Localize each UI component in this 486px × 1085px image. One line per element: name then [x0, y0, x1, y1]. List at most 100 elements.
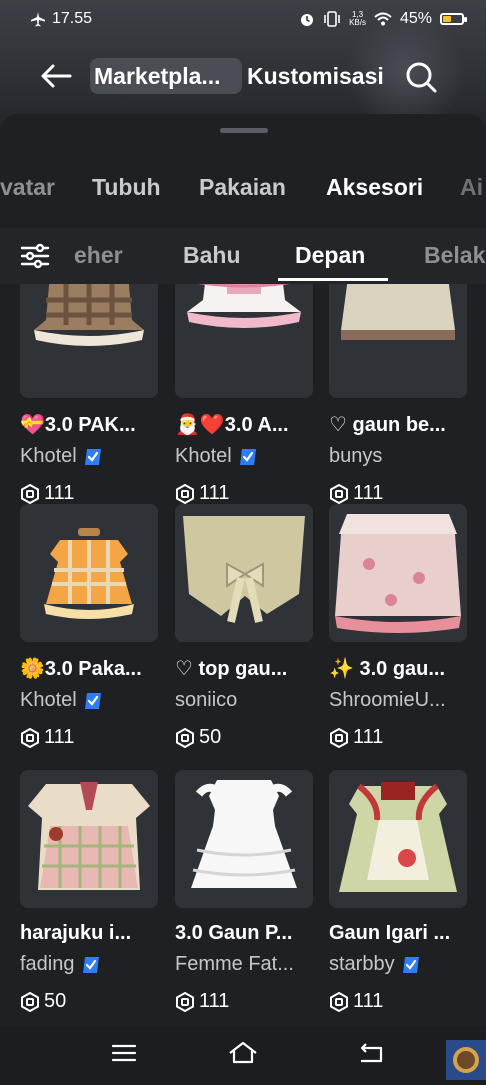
search-icon[interactable]: [404, 60, 438, 94]
item-card[interactable]: 💝3.0 PAK... Khotel 111: [20, 284, 160, 505]
sheet-grabber[interactable]: [220, 128, 268, 133]
verified-badge-icon: [402, 956, 419, 973]
tab-category-next[interactable]: Ai: [460, 174, 483, 201]
tab-customize[interactable]: Kustomisasi: [247, 58, 384, 94]
tab-sub-front[interactable]: Depan: [295, 242, 365, 269]
home-icon[interactable]: [227, 1040, 259, 1066]
tab-marketplace[interactable]: Marketpla...: [90, 58, 242, 94]
creator-name: Khotel: [20, 445, 77, 467]
item-thumbnail[interactable]: [329, 504, 467, 642]
verified-badge-icon: [84, 692, 101, 709]
battery-percent: 45%: [399, 10, 432, 27]
robux-icon: [176, 991, 194, 1012]
item-name: 3.0 Gaun P...: [175, 922, 293, 944]
marketplace-sheet: vatar Tubuh Pakaian Aksesori Ai eher Bah…: [0, 114, 486, 1026]
item-thumbnail[interactable]: [20, 284, 158, 398]
battery-icon: [440, 13, 467, 25]
item-card[interactable]: 🎅❤️3.0 A... Khotel 111: [175, 284, 315, 505]
creator-name: Khotel: [175, 445, 232, 467]
tab-category-body[interactable]: Tubuh: [92, 174, 161, 201]
creator-name: starbby: [329, 953, 395, 975]
status-time: 17.55: [52, 10, 93, 27]
item-card[interactable]: ♡ top gau... soniico 50: [175, 504, 315, 749]
item-price: 111: [175, 482, 315, 505]
robux-icon: [21, 991, 39, 1012]
tab-category-avatar[interactable]: vatar: [0, 174, 55, 201]
tab-category-accessories[interactable]: Aksesori: [326, 174, 423, 201]
sliders-icon: [20, 243, 50, 269]
item-creator: bunys: [329, 445, 469, 468]
creator-name: bunys: [329, 445, 383, 467]
item-name: ♡ gaun be...: [329, 414, 446, 436]
item-thumbnail[interactable]: [329, 284, 467, 398]
price-value: 111: [353, 726, 384, 748]
creator-name: fading: [20, 953, 75, 975]
robux-icon: [176, 483, 194, 504]
item-thumbnail[interactable]: [329, 770, 467, 908]
item-price: 111: [329, 990, 469, 1013]
vibrate-icon: [324, 11, 340, 27]
item-creator: Femme Fat...: [175, 953, 315, 976]
price-value: 111: [199, 482, 230, 504]
item-thumbnail[interactable]: [20, 504, 158, 642]
item-name: harajuku i...: [20, 922, 132, 944]
price-value: 111: [353, 990, 384, 1012]
item-grid: 💝3.0 PAK... Khotel 111 🎅❤️3.0 A... Khotel 111…: [0, 284, 486, 1026]
robux-icon: [330, 727, 348, 748]
item-creator: Khotel: [20, 445, 160, 468]
tab-sub-shoulder[interactable]: Bahu: [183, 242, 241, 269]
price-value: 111: [199, 990, 230, 1012]
item-name: Gaun Igari ...: [329, 922, 451, 944]
item-card[interactable]: 3.0 Gaun P... Femme Fat... 111: [175, 770, 315, 1013]
creator-name: Khotel: [20, 689, 77, 711]
item-card[interactable]: Gaun Igari ... starbby 111: [329, 770, 469, 1013]
robux-icon: [21, 483, 39, 504]
item-price: 50: [175, 726, 315, 749]
back-nav-icon[interactable]: [357, 1040, 385, 1066]
item-price: 111: [329, 726, 469, 749]
robux-icon: [176, 727, 194, 748]
robux-icon: [21, 727, 39, 748]
tab-category-clothing[interactable]: Pakaian: [199, 174, 286, 201]
tab-sub-neck[interactable]: eher: [74, 242, 123, 269]
price-value: 111: [353, 482, 384, 504]
net-speed: 1,3 KB/s: [349, 10, 366, 27]
filter-button[interactable]: [0, 228, 70, 284]
creator-name: ShroomieU...: [329, 689, 446, 711]
price-value: 111: [44, 482, 75, 504]
creator-name: soniico: [175, 689, 238, 711]
item-thumbnail[interactable]: [175, 770, 313, 908]
item-card[interactable]: ♡ gaun be... bunys 111: [329, 284, 469, 505]
verified-badge-icon: [82, 956, 99, 973]
system-nav-bar: [0, 1026, 486, 1080]
item-name: ✨ 3.0 gau...: [329, 658, 446, 680]
item-price: 111: [175, 990, 315, 1013]
airplane-icon: [31, 12, 45, 27]
item-name: 🌼3.0 Paka...: [20, 658, 142, 680]
item-card[interactable]: harajuku i... fading 50: [20, 770, 160, 1013]
item-thumbnail[interactable]: [175, 504, 313, 642]
arrow-left-icon[interactable]: [38, 60, 74, 92]
item-name: 🎅❤️3.0 A...: [175, 414, 289, 436]
item-name: 💝3.0 PAK...: [20, 414, 136, 436]
item-card[interactable]: 🌼3.0 Paka... Khotel 111: [20, 504, 160, 749]
item-creator: starbby: [329, 953, 469, 976]
item-creator: ShroomieU...: [329, 689, 469, 712]
item-price: 111: [329, 482, 469, 505]
item-card[interactable]: ✨ 3.0 gau... ShroomieU... 111: [329, 504, 469, 749]
verified-badge-icon: [84, 448, 101, 465]
robux-icon: [330, 991, 348, 1012]
item-thumbnail[interactable]: [20, 770, 158, 908]
menu-icon[interactable]: [110, 1040, 138, 1066]
item-creator: Khotel: [20, 689, 160, 712]
tab-sub-back[interactable]: Belak: [424, 242, 485, 269]
item-creator: soniico: [175, 689, 315, 712]
price-value: 50: [44, 990, 67, 1012]
header: Marketpla... Kustomisasi: [0, 48, 486, 104]
item-price: 50: [20, 990, 160, 1013]
item-price: 111: [20, 482, 160, 505]
item-creator: fading: [20, 953, 160, 976]
floating-app-thumbnail[interactable]: [446, 1040, 486, 1080]
wifi-icon: [374, 12, 392, 26]
item-thumbnail[interactable]: [175, 284, 313, 398]
